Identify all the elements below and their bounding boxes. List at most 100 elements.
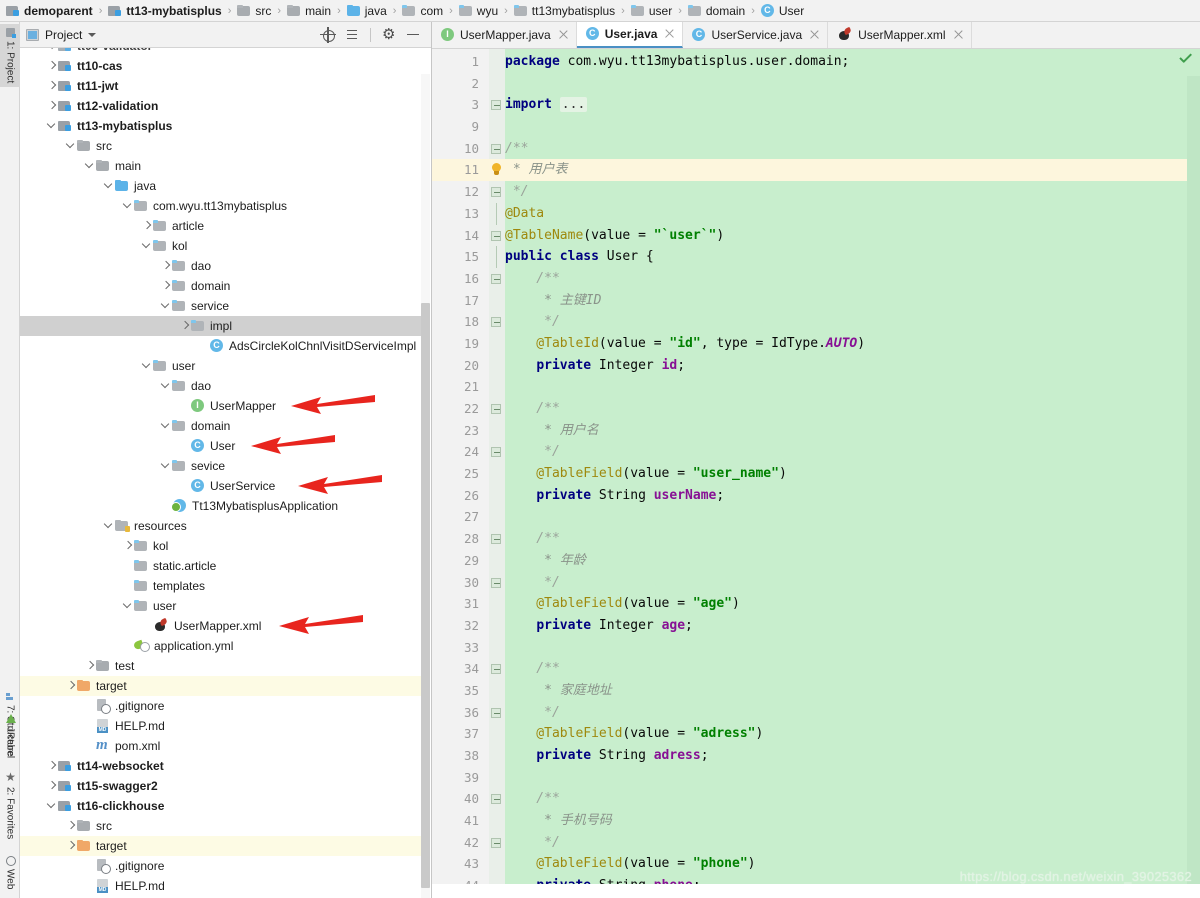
tree-node-user[interactable]: user [20,596,422,616]
breadcrumb-item-src[interactable]: src [235,0,273,22]
editor-tab-user-java[interactable]: User.java [577,22,684,48]
tree-node-tt13-mybatisplus[interactable]: tt13-mybatisplus [20,116,422,136]
code-editor[interactable]: 1package com.wyu.tt13mybatisplus.user.do… [432,49,1200,898]
chevron-right-icon[interactable] [45,756,58,776]
tree-node-service[interactable]: service [20,296,422,316]
chevron-right-icon[interactable] [83,656,96,676]
code-line[interactable]: 18 */ [432,311,1200,333]
code-line[interactable]: 11 * 用户表 [432,159,1200,181]
editor-tab-userservice-java[interactable]: UserService.java [683,22,828,48]
fold-toggle-icon[interactable] [491,664,501,674]
chevron-right-icon[interactable] [64,816,77,836]
chevron-right-icon[interactable] [45,56,58,76]
breadcrumb-item-tt13-mybatisplus[interactable]: tt13-mybatisplus [106,0,223,22]
fold-toggle-icon[interactable] [491,447,501,457]
code-line[interactable]: 30 */ [432,572,1200,594]
breadcrumb-item-demoparent[interactable]: demoparent [4,0,95,22]
chevron-down-icon[interactable] [121,596,134,616]
tree-node-usermapper[interactable]: UserMapper [20,396,422,416]
code-line[interactable]: 38 private String adress; [432,745,1200,767]
code-line[interactable]: 37 @TableField(value = "adress") [432,723,1200,745]
code-line[interactable]: 19 @TableId(value = "id", type = IdType.… [432,333,1200,355]
tree-node-userservice[interactable]: UserService [20,476,422,496]
close-icon[interactable] [809,29,820,40]
fold-toggle-icon[interactable] [491,187,501,197]
fold-toggle-icon[interactable] [491,708,501,718]
editor-error-stripe[interactable] [1187,76,1200,898]
tree-node-templates[interactable]: templates [20,576,422,596]
code-line[interactable]: 36 */ [432,702,1200,724]
chevron-down-icon[interactable] [102,176,115,196]
tree-node-target[interactable]: target [20,676,422,696]
fold-toggle-icon[interactable] [491,144,501,154]
breadcrumb-item-user[interactable]: user [629,0,674,22]
tree-node-impl[interactable]: impl [20,316,422,336]
tree-node-help.md[interactable]: HELP.md [20,876,422,896]
code-line[interactable]: 40 /** [432,788,1200,810]
close-icon[interactable] [664,28,675,39]
tree-node-static.article[interactable]: static.article [20,556,422,576]
code-line[interactable]: 15public class User { [432,246,1200,268]
breadcrumb-item-user[interactable]: User [759,0,806,22]
code-line[interactable]: 3import ... [432,94,1200,116]
chevron-down-icon[interactable] [159,416,172,436]
chevron-right-icon[interactable] [121,536,134,556]
collapse-all-button[interactable] [341,24,363,46]
tree-node-.gitignore[interactable]: .gitignore [20,856,422,876]
breadcrumb-item-tt13mybatisplus[interactable]: tt13mybatisplus [512,0,617,22]
tree-node-user[interactable]: User [20,436,422,456]
chevron-down-icon[interactable] [140,236,153,256]
project-view-selector[interactable]: Project [20,28,96,42]
tree-node-test[interactable]: test [20,656,422,676]
tree-node-com.wyu.tt13mybatisplus[interactable]: com.wyu.tt13mybatisplus [20,196,422,216]
code-line[interactable]: 23 * 用户名 [432,420,1200,442]
chevron-down-icon[interactable] [83,156,96,176]
breadcrumb-item-java[interactable]: java [345,0,389,22]
code-line[interactable]: 39 [432,767,1200,789]
tree-node-adscirclekolchnlvisitdserviceimpl[interactable]: AdsCircleKolChnlVisitDServiceImpl [20,336,422,356]
fold-toggle-icon[interactable] [491,578,501,588]
chevron-right-icon[interactable] [159,256,172,276]
fold-toggle-icon[interactable] [491,317,501,327]
code-line[interactable]: 26 private String userName; [432,485,1200,507]
chevron-down-icon[interactable] [64,136,77,156]
code-line[interactable]: 34 /** [432,658,1200,680]
code-line[interactable]: 22 /** [432,398,1200,420]
tree-node-resources[interactable]: resources [20,516,422,536]
tree-node-tt11-jwt[interactable]: tt11-jwt [20,76,422,96]
tool-window-button-web[interactable]: Web [0,852,20,893]
chevron-right-icon[interactable] [64,836,77,856]
tree-node-.gitignore[interactable]: .gitignore [20,696,422,716]
inspection-ok-icon[interactable] [1178,53,1192,67]
chevron-right-icon[interactable] [178,316,191,336]
fold-toggle-icon[interactable] [491,794,501,804]
chevron-down-icon[interactable] [121,196,134,216]
tree-node-domain[interactable]: domain [20,416,422,436]
code-line[interactable]: 20 private Integer id; [432,355,1200,377]
code-line[interactable]: 16 /** [432,268,1200,290]
tree-node-help.md[interactable]: HELP.md [20,716,422,736]
tree-node-tt16-clickhouse[interactable]: tt16-clickhouse [20,796,422,816]
tree-node-sevice[interactable]: sevice [20,456,422,476]
chevron-right-icon[interactable] [64,676,77,696]
chevron-right-icon[interactable] [45,96,58,116]
chevron-right-icon[interactable] [45,48,58,56]
code-line[interactable]: 31 @TableField(value = "age") [432,593,1200,615]
fold-toggle-icon[interactable] [491,838,501,848]
tree-node-usermapper.xml[interactable]: UserMapper.xml [20,616,422,636]
settings-button[interactable] [378,24,400,46]
tree-node-article[interactable]: article [20,216,422,236]
breadcrumb-item-main[interactable]: main [285,0,333,22]
tree-node-java[interactable]: java [20,176,422,196]
tree-node-dao[interactable]: dao [20,256,422,276]
code-line[interactable]: 24 */ [432,441,1200,463]
code-line[interactable]: 42 */ [432,832,1200,854]
tool-window-button-1-project[interactable]: 1: Project [0,24,20,87]
tree-node-tt12-validation[interactable]: tt12-validation [20,96,422,116]
chevron-down-icon[interactable] [102,516,115,536]
tree-node-tt13mybatisplusapplication[interactable]: Tt13MybatisplusApplication [20,496,422,516]
close-icon[interactable] [558,29,569,40]
code-line[interactable]: 25 @TableField(value = "user_name") [432,463,1200,485]
code-line[interactable]: 29 * 年龄 [432,550,1200,572]
code-line[interactable]: 12 */ [432,181,1200,203]
